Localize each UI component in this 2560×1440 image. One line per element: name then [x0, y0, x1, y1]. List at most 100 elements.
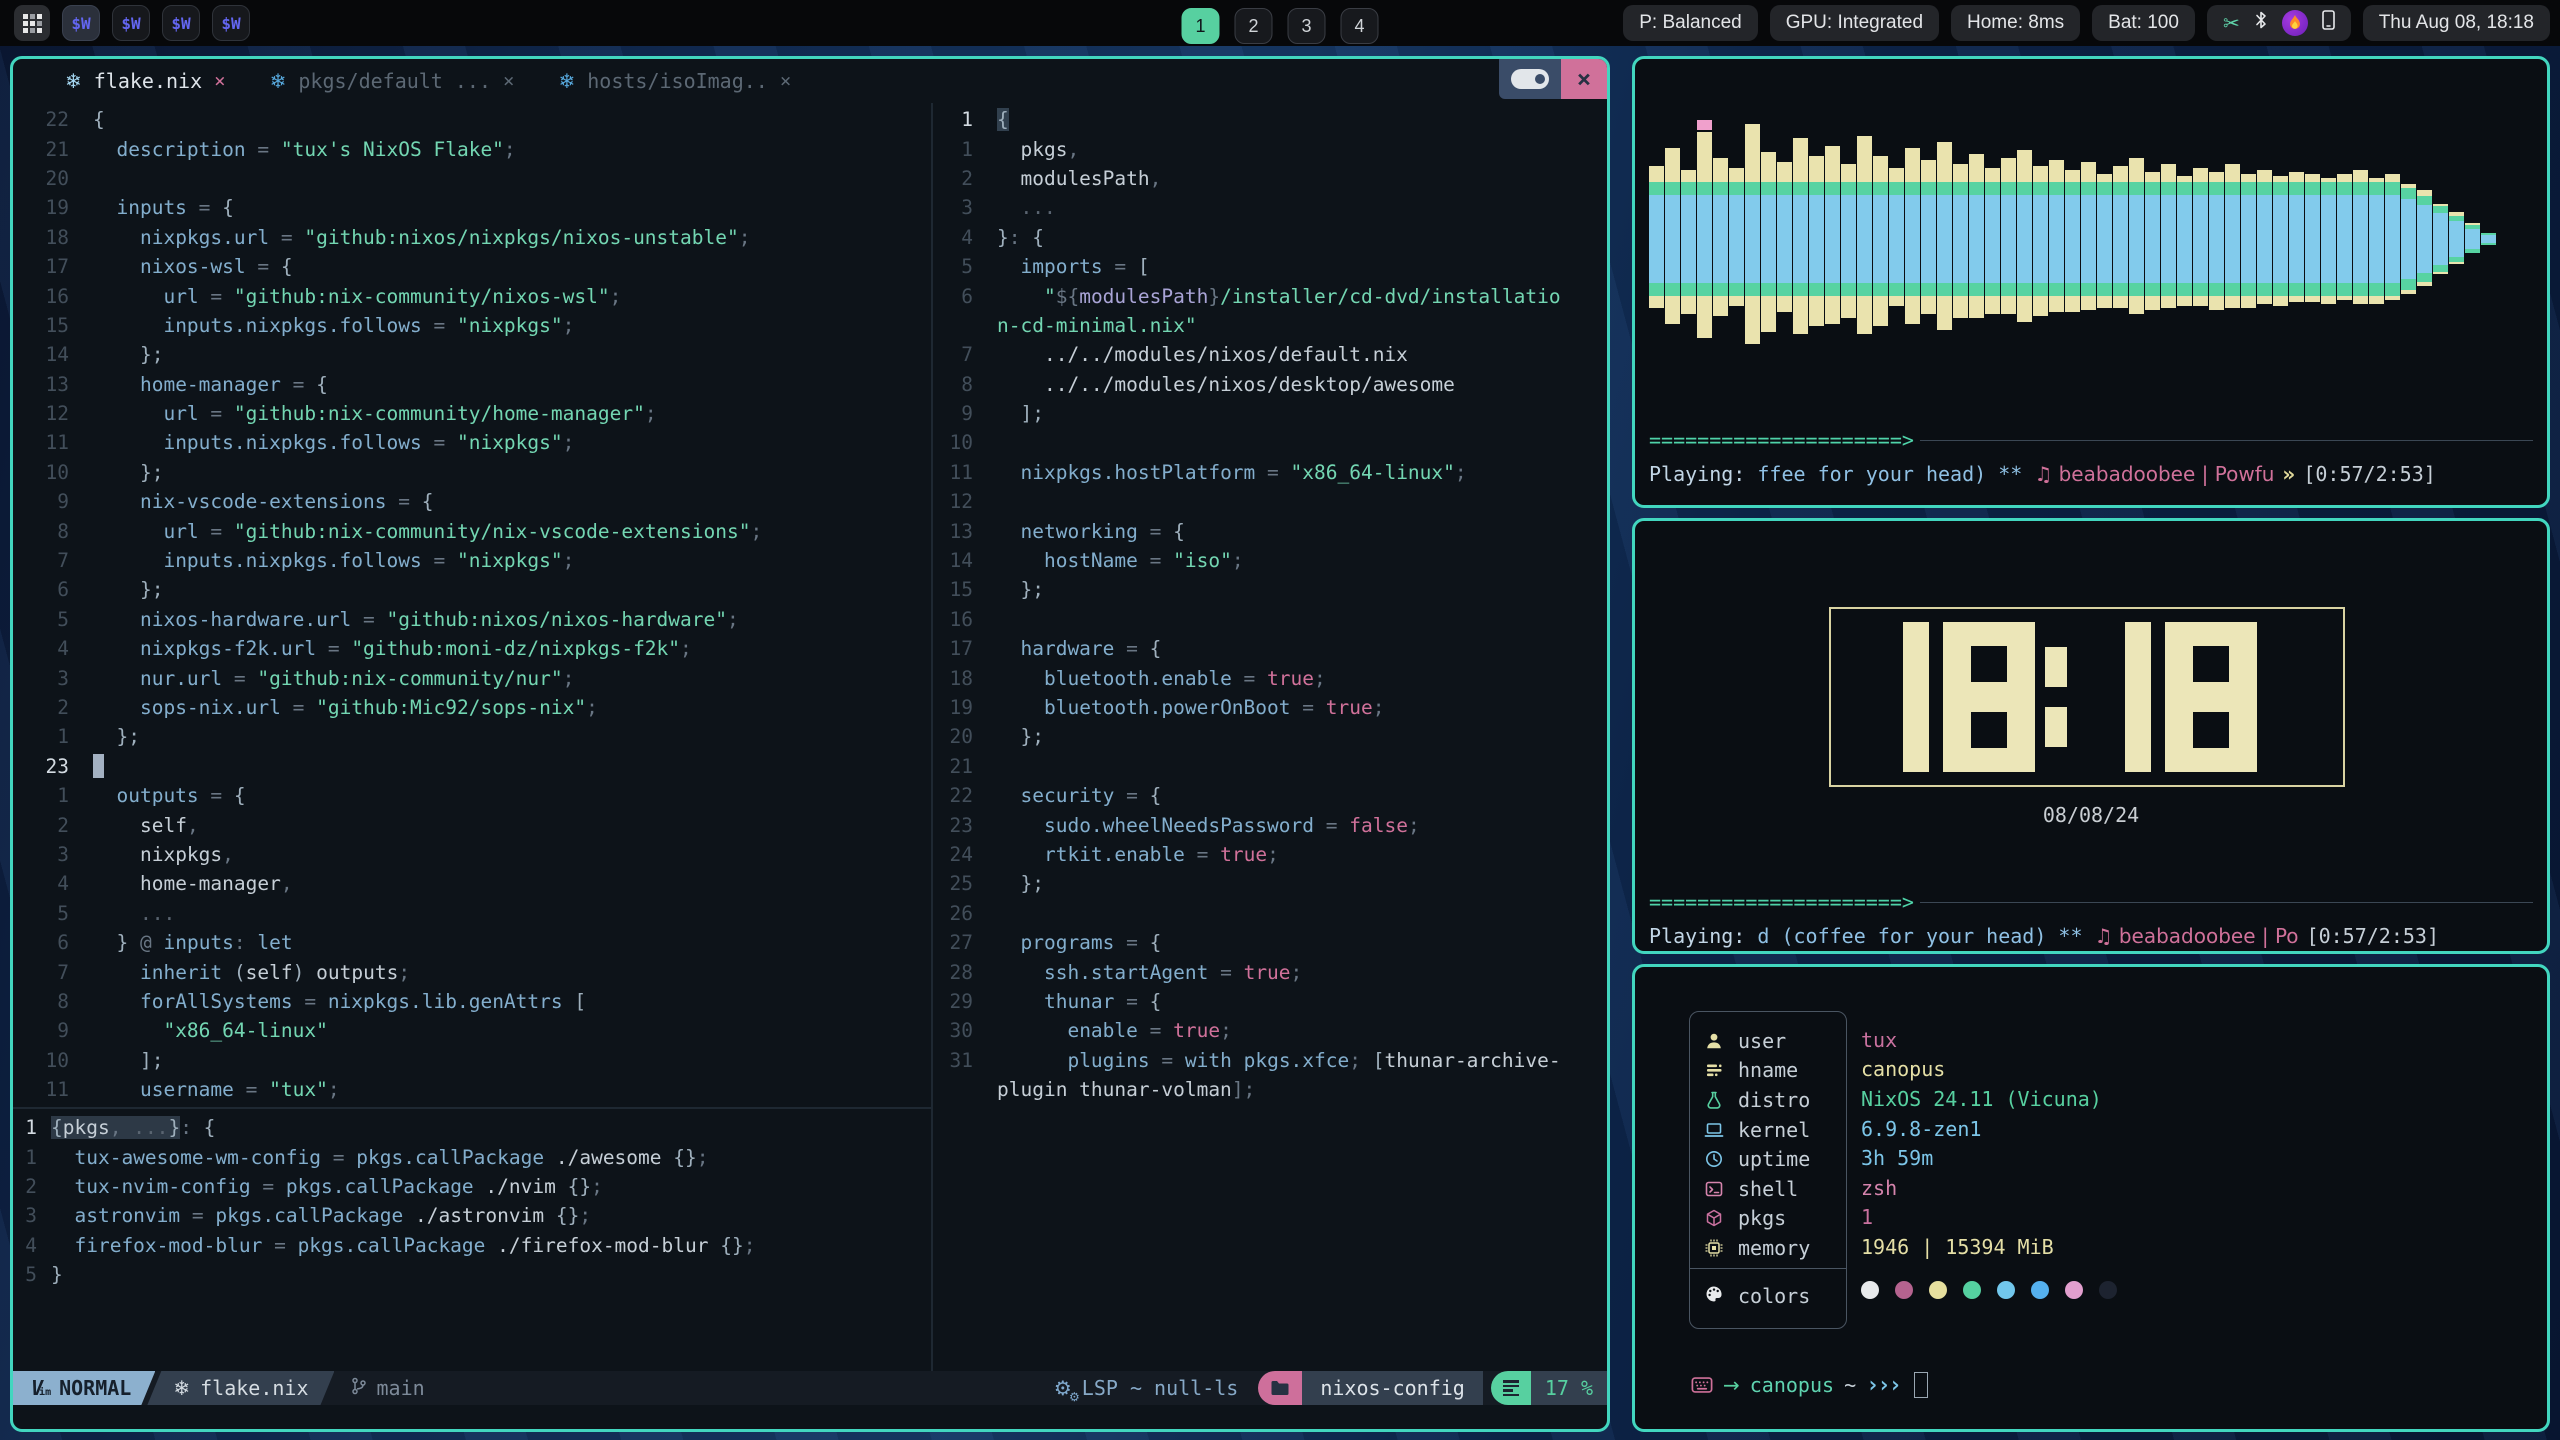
code-line[interactable]: 5 ... [13, 899, 931, 928]
workspace-button-1[interactable]: $W [62, 5, 100, 41]
code-line[interactable]: 8 forAllSystems = nixpkgs.lib.genAttrs [ [13, 987, 931, 1016]
code-line[interactable]: 3 nixpkgs, [13, 840, 931, 869]
code-line[interactable]: 10 ]; [13, 1046, 931, 1075]
code-line[interactable]: 11 nixpkgs.hostPlatform = "x86_64-linux"… [933, 458, 1607, 487]
code-line[interactable]: 20 [13, 164, 931, 193]
code-line[interactable]: 9 nix-vscode-extensions = { [13, 487, 931, 516]
bluetooth-icon[interactable] [2254, 10, 2268, 36]
code-line[interactable]: 8 url = "github:nix-community/nix-vscode… [13, 516, 931, 545]
code-line[interactable]: 1 tux-awesome-wm-config = pkgs.callPacka… [13, 1142, 931, 1171]
code-line[interactable]: n-cd-minimal.nix" [933, 311, 1607, 340]
code-line[interactable]: 17 nixos-wsl = { [13, 252, 931, 281]
code-line[interactable]: 2 tux-nvim-config = pkgs.callPackage ./n… [13, 1172, 931, 1201]
code-line[interactable]: 1{ [933, 105, 1607, 134]
code-line[interactable]: 15 inputs.nixpkgs.follows = "nixpkgs"; [13, 311, 931, 340]
code-line[interactable]: 1 outputs = { [13, 781, 931, 810]
code-line[interactable]: 9 ]; [933, 399, 1607, 428]
tab-hosts-isoImag-[interactable]: ❄hosts/isoImag..× [558, 69, 791, 93]
code-line[interactable]: 14 hostName = "iso"; [933, 546, 1607, 575]
code-line[interactable]: 19 inputs = { [13, 193, 931, 222]
code-line[interactable]: 2 sops-nix.url = "github:Mic92/sops-nix"… [13, 693, 931, 722]
firefox-flame-icon[interactable] [2282, 10, 2308, 36]
code-line[interactable]: 4 home-manager, [13, 869, 931, 898]
tag-button-1[interactable]: 1 [1182, 8, 1220, 44]
code-line[interactable]: 4 firefox-mod-blur = pkgs.callPackage ./… [13, 1231, 931, 1260]
app-launcher-button[interactable] [14, 5, 50, 41]
workspace-button-4[interactable]: $W [212, 5, 250, 41]
code-line[interactable]: 7 inputs.nixpkgs.follows = "nixpkgs"; [13, 546, 931, 575]
close-tab-icon[interactable]: × [214, 70, 225, 92]
code-line[interactable]: 3 astronvim = pkgs.callPackage ./astronv… [13, 1201, 931, 1230]
pane-separator-horizontal[interactable] [13, 1107, 931, 1109]
code-line[interactable]: 4 nixpkgs-f2k.url = "github:moni-dz/nixp… [13, 634, 931, 663]
code-line[interactable]: 1 }; [13, 722, 931, 751]
code-line[interactable]: 14 }; [13, 340, 931, 369]
code-line[interactable]: 27 programs = { [933, 928, 1607, 957]
tag-button-3[interactable]: 3 [1288, 8, 1326, 44]
code-line[interactable]: 16 [933, 605, 1607, 634]
tag-button-2[interactable]: 2 [1235, 8, 1273, 44]
code-line[interactable]: 4}: { [933, 223, 1607, 252]
code-line[interactable]: 12 [933, 487, 1607, 516]
code-line[interactable]: 18 bluetooth.enable = true; [933, 663, 1607, 692]
code-line[interactable]: 22 security = { [933, 781, 1607, 810]
code-line[interactable]: 7 ../../modules/nixos/default.nix [933, 340, 1607, 369]
code-line[interactable]: 8 ../../modules/nixos/desktop/awesome [933, 370, 1607, 399]
code-line[interactable]: 24 rtkit.enable = true; [933, 840, 1607, 869]
code-line[interactable]: 3 nur.url = "github:nix-community/nur"; [13, 663, 931, 692]
code-line[interactable]: 1 pkgs, [933, 134, 1607, 163]
code-line[interactable]: 11 username = "tux"; [13, 1075, 931, 1104]
editor-pane-bottom[interactable]: 1{pkgs, ...}: {1 tux-awesome-wm-config =… [13, 1113, 931, 1303]
code-line[interactable]: 5 imports = [ [933, 252, 1607, 281]
code-line[interactable]: 9 "x86_64-linux" [13, 1016, 931, 1045]
code-line[interactable]: 29 thunar = { [933, 987, 1607, 1016]
workspace-button-3[interactable]: $W [162, 5, 200, 41]
close-tab-icon[interactable]: × [503, 70, 514, 92]
code-line[interactable]: 21 description = "tux's NixOS Flake"; [13, 134, 931, 163]
code-line[interactable]: 10 }; [13, 458, 931, 487]
code-line[interactable]: plugin thunar-volman]; [933, 1075, 1607, 1104]
scissors-icon[interactable]: ✂ [2223, 11, 2240, 35]
code-line[interactable]: 26 [933, 899, 1607, 928]
code-line[interactable]: 2 modulesPath, [933, 164, 1607, 193]
code-line[interactable]: 21 [933, 752, 1607, 781]
phone-icon[interactable] [2322, 10, 2335, 36]
close-tab-icon[interactable]: × [780, 70, 791, 92]
code-line[interactable]: 6 } @ inputs: let [13, 928, 931, 957]
terminal-cursor[interactable] [1914, 1372, 1928, 1398]
code-line[interactable]: 7 inherit (self) outputs; [13, 957, 931, 986]
editor-pane-left[interactable]: 22{21 description = "tux's NixOS Flake";… [13, 99, 931, 1113]
code-line[interactable]: 22{ [13, 105, 931, 134]
code-line[interactable]: 28 ssh.startAgent = true; [933, 957, 1607, 986]
code-line[interactable]: 13 home-manager = { [13, 370, 931, 399]
code-line[interactable]: 18 nixpkgs.url = "github:nixos/nixpkgs/n… [13, 223, 931, 252]
code-line[interactable]: 19 bluetooth.powerOnBoot = true; [933, 693, 1607, 722]
code-line[interactable]: 12 url = "github:nix-community/home-mana… [13, 399, 931, 428]
code-line[interactable]: 20 }; [933, 722, 1607, 751]
code-line[interactable]: 23 sudo.wheelNeedsPassword = false; [933, 810, 1607, 839]
code-line[interactable]: 5 nixos-hardware.url = "github:nixos/nix… [13, 605, 931, 634]
code-line[interactable]: 2 self, [13, 810, 931, 839]
editor-pane-right[interactable]: 1{1 pkgs,2 modulesPath,3 ...4}: {5 impor… [933, 99, 1607, 1115]
code-line[interactable]: 23 [13, 752, 931, 781]
workspace-button-2[interactable]: $W [112, 5, 150, 41]
code-line[interactable]: 6 }; [13, 575, 931, 604]
code-line[interactable]: 16 url = "github:nix-community/nixos-wsl… [13, 281, 931, 310]
tag-button-4[interactable]: 4 [1341, 8, 1379, 44]
close-button[interactable]: × [1561, 59, 1607, 99]
code-line[interactable]: 31 plugins = with pkgs.xfce; [thunar-arc… [933, 1046, 1607, 1075]
code-line[interactable]: 17 hardware = { [933, 634, 1607, 663]
shell-prompt[interactable]: → canopus ~ ››› [1691, 1369, 1928, 1401]
code-line[interactable]: 6 "${modulesPath}/installer/cd-dvd/insta… [933, 281, 1607, 310]
code-line[interactable]: 3 ... [933, 193, 1607, 222]
toggle-button[interactable] [1499, 59, 1561, 99]
tab-pkgs-default-[interactable]: ❄pkgs/default ...× [270, 69, 515, 93]
code-line[interactable]: 15 }; [933, 575, 1607, 604]
tab-flake-nix[interactable]: ❄flake.nix× [65, 69, 226, 93]
code-line[interactable]: 5} [13, 1260, 931, 1289]
code-line[interactable]: 10 [933, 428, 1607, 457]
code-line[interactable]: 13 networking = { [933, 516, 1607, 545]
code-line[interactable]: 25 }; [933, 869, 1607, 898]
code-line[interactable]: 11 inputs.nixpkgs.follows = "nixpkgs"; [13, 428, 931, 457]
code-line[interactable]: 1{pkgs, ...}: { [13, 1113, 931, 1142]
